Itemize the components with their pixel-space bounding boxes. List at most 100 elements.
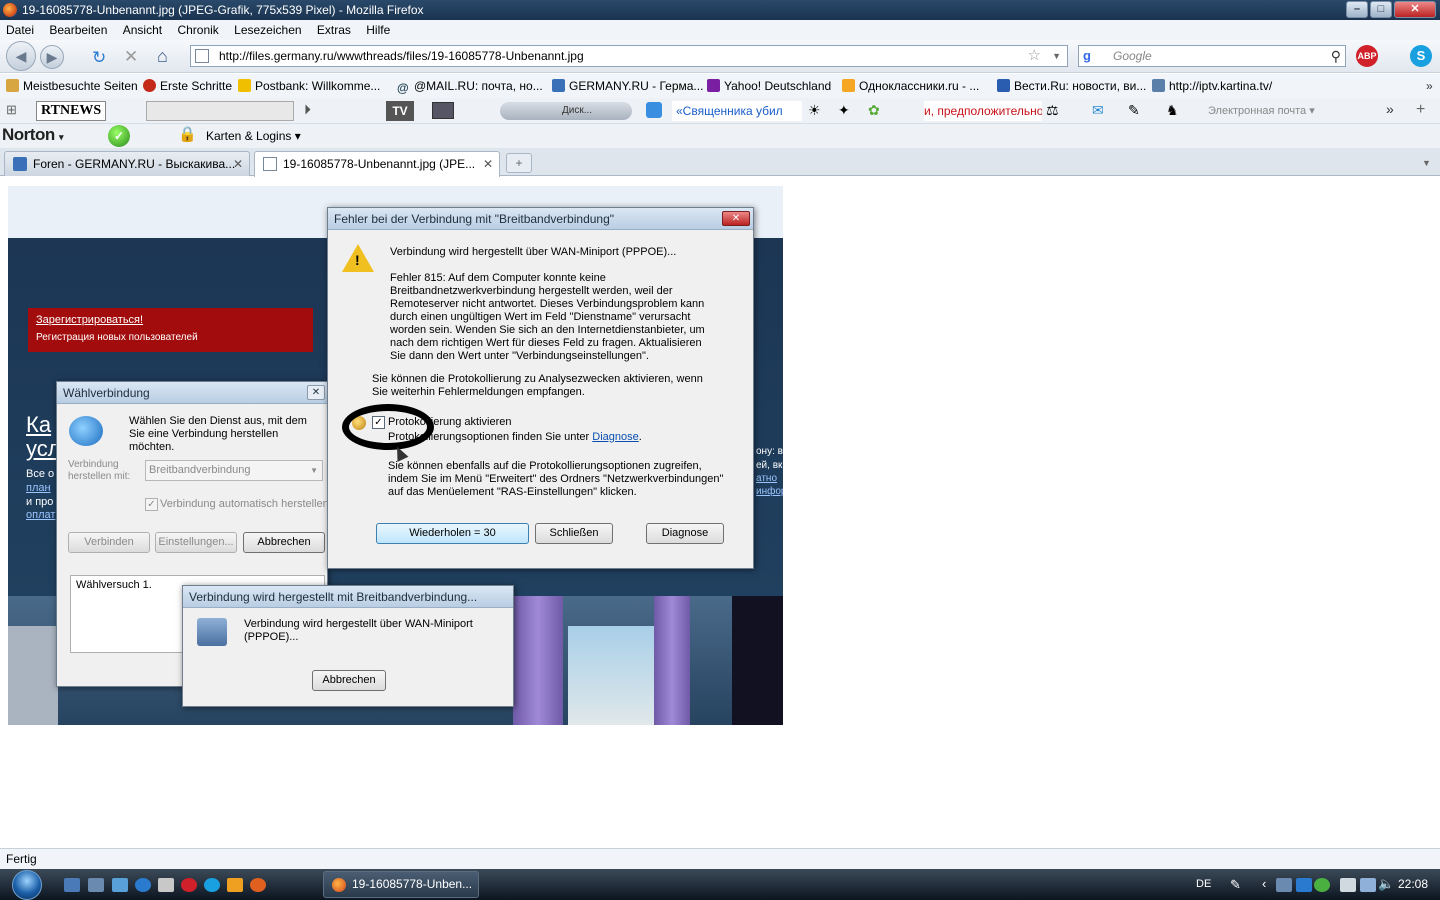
diagnose-button[interactable]: Diagnose <box>646 523 724 544</box>
connecting-title: Verbindung wird hergestellt mit Breitban… <box>183 586 513 608</box>
quicklaunch-icon[interactable] <box>112 878 128 892</box>
weather-icon[interactable]: ☀ <box>808 102 821 119</box>
bookmark-odnoklassniki[interactable]: Одноклассники.ru - ... <box>842 74 979 98</box>
check-icon[interactable]: ✓ <box>108 125 130 147</box>
connecting-dialog: Verbindung wird hergestellt mit Breitban… <box>182 585 514 707</box>
opera-icon[interactable] <box>181 878 197 892</box>
add-icon[interactable]: + <box>1416 101 1425 119</box>
new-tab-button[interactable]: + <box>506 153 532 173</box>
bookmark-germanyru[interactable]: GERMANY.RU - Герма... <box>552 74 703 98</box>
firefox-taskbar-icon[interactable] <box>250 878 266 892</box>
stop-icon[interactable]: ✕ <box>124 47 138 67</box>
logging-options-period: . <box>638 431 642 443</box>
figure-icon[interactable]: ✦ <box>838 102 850 119</box>
retry-button[interactable]: Wiederholen = 30 <box>376 523 529 544</box>
dialup-close-icon[interactable]: ✕ <box>307 385 325 400</box>
mail-icon[interactable]: ✉ <box>1092 102 1104 119</box>
url-dropdown-icon[interactable]: ▼ <box>1052 46 1061 66</box>
tray-expand-icon[interactable]: ‹ <box>1262 876 1266 891</box>
calculator-icon[interactable] <box>158 878 174 892</box>
tray-icon-3[interactable] <box>1314 878 1330 892</box>
notes-icon[interactable]: ✎ <box>1128 102 1140 119</box>
games-icon[interactable]: ♞ <box>1166 102 1179 119</box>
menu-ansicht[interactable]: Ansicht <box>123 23 162 37</box>
maximize-button[interactable]: □ <box>1370 1 1392 18</box>
url-text: http://files.germany.ru/wwwthreads/files… <box>219 49 584 63</box>
close-button[interactable]: ✕ <box>1394 1 1436 18</box>
tray-icon-4[interactable] <box>1340 878 1356 892</box>
norton-logo[interactable]: Norton ▾ <box>2 125 63 145</box>
email-button[interactable]: Электронная почта ▾ <box>1208 101 1315 121</box>
skype-taskbar-icon[interactable] <box>204 878 220 892</box>
taskbar-firefox-window[interactable]: 19-16085778-Unben... <box>323 871 479 898</box>
dialup-cancel-button[interactable]: Abbrechen <box>243 532 325 553</box>
play-icon[interactable]: ⏵ <box>304 101 311 118</box>
star-icon[interactable]: ☆ <box>1028 46 1041 66</box>
tab-image[interactable]: 19-16085778-Unbenannt.jpg (JPE... ✕ <box>254 151 500 177</box>
show-desktop-icon[interactable] <box>64 878 80 892</box>
connect-button[interactable]: Verbinden <box>68 532 150 553</box>
tab-close-icon[interactable]: ✕ <box>233 152 243 176</box>
video-icon[interactable] <box>432 102 454 119</box>
bookmark-postbank[interactable]: Postbank: Willkomme... <box>238 74 380 98</box>
reload-icon[interactable]: ↻ <box>92 48 106 68</box>
horoscope-icon[interactable]: ✿ <box>868 102 880 119</box>
bookmark-erste-schritte[interactable]: Erste Schritte <box>143 74 232 98</box>
bookmark-vesti[interactable]: Вести.Ru: новости, ви... <box>997 74 1146 98</box>
window-titlebar[interactable]: 19-16085778-Unbenannt.jpg (JPEG-Grafik, … <box>0 0 1440 20</box>
music-icon[interactable] <box>646 102 662 118</box>
search-input[interactable]: g Google ⚲ <box>1078 45 1346 67</box>
menu-hilfe[interactable]: Hilfe <box>366 23 390 37</box>
connecting-cancel-button[interactable]: Abbrechen <box>312 670 386 691</box>
volume-icon[interactable]: 🔈 <box>1378 876 1394 892</box>
toolbar-plus-icon[interactable]: ⊞ <box>6 102 17 118</box>
back-button[interactable]: ◀ <box>6 41 36 71</box>
error-close-icon[interactable]: ✕ <box>722 211 750 226</box>
search-icon[interactable]: ⚲ <box>1331 46 1341 66</box>
tray-icon-2[interactable] <box>1296 878 1312 892</box>
tv-icon[interactable]: TV <box>386 101 414 121</box>
rtnews-search-input[interactable] <box>146 101 294 121</box>
close-dialog-button[interactable]: Schließen <box>535 523 613 544</box>
clock[interactable]: 22:08 <box>1398 869 1428 900</box>
bookmark-iptv[interactable]: http://iptv.kartina.tv/ <box>1152 74 1272 98</box>
internet-explorer-icon[interactable] <box>135 878 151 892</box>
tab-foren[interactable]: Foren - GERMANY.RU - Выскакива... ✕ <box>4 151 250 176</box>
language-indicator[interactable]: DE <box>1196 869 1211 900</box>
red-ticker[interactable]: и, предположительно <box>924 101 1042 121</box>
forward-button[interactable]: ▶ <box>40 45 64 69</box>
adblock-icon[interactable]: ABP <box>1356 45 1378 67</box>
bookmark-yahoo[interactable]: Yahoo! Deutschland <box>707 74 831 98</box>
news-ticker[interactable]: «Священника убил <box>672 101 802 121</box>
menu-extras[interactable]: Extras <box>317 23 351 37</box>
currency-icon[interactable]: ⚖ <box>1046 102 1059 119</box>
karten-logins-button[interactable]: Karten & Logins ▾ <box>206 124 301 148</box>
network-tray-icon[interactable] <box>1360 878 1376 892</box>
dial-log-text: Wählversuch 1. <box>76 579 152 591</box>
menu-lesezeichen[interactable]: Lesezeichen <box>234 23 301 37</box>
menu-chronik[interactable]: Chronik <box>177 23 218 37</box>
radio-player[interactable]: Диск... <box>500 102 632 120</box>
url-bar[interactable]: http://files.germany.ru/wwwthreads/files… <box>190 45 1068 67</box>
tray-icon-1[interactable] <box>1276 878 1292 892</box>
bookmark-mailru[interactable]: @ @MAIL.RU: почта, но... <box>397 74 543 98</box>
tab-close-icon[interactable]: ✕ <box>483 152 493 176</box>
home-icon[interactable]: ⌂ <box>157 46 168 67</box>
diagnose-link[interactable]: Diagnose <box>592 431 638 443</box>
toolbar-overflow-icon[interactable]: » <box>1386 101 1394 117</box>
media-player-icon[interactable] <box>227 878 243 892</box>
settings-button[interactable]: Einstellungen... <box>155 532 237 553</box>
minimize-button[interactable]: – <box>1346 1 1368 18</box>
bookmark-most-visited[interactable]: Meistbesuchte Seiten <box>6 74 138 98</box>
skype-icon[interactable]: S <box>1410 45 1432 67</box>
menu-datei[interactable]: Datei <box>6 23 34 37</box>
tab-list-icon[interactable]: ▼ <box>1422 153 1438 173</box>
auto-connect-checkbox[interactable]: ✓ <box>145 498 158 511</box>
menu-bearbeiten[interactable]: Bearbeiten <box>49 23 107 37</box>
switch-windows-icon[interactable] <box>88 878 104 892</box>
pen-tray-icon[interactable]: ✎ <box>1230 877 1241 893</box>
start-button[interactable] <box>6 869 48 900</box>
connection-select[interactable]: Breitbandverbindung ▼ <box>145 460 323 481</box>
bookmarks-overflow-icon[interactable]: » <box>1426 74 1433 98</box>
rtnews-logo[interactable]: RTNEWS <box>36 101 107 121</box>
